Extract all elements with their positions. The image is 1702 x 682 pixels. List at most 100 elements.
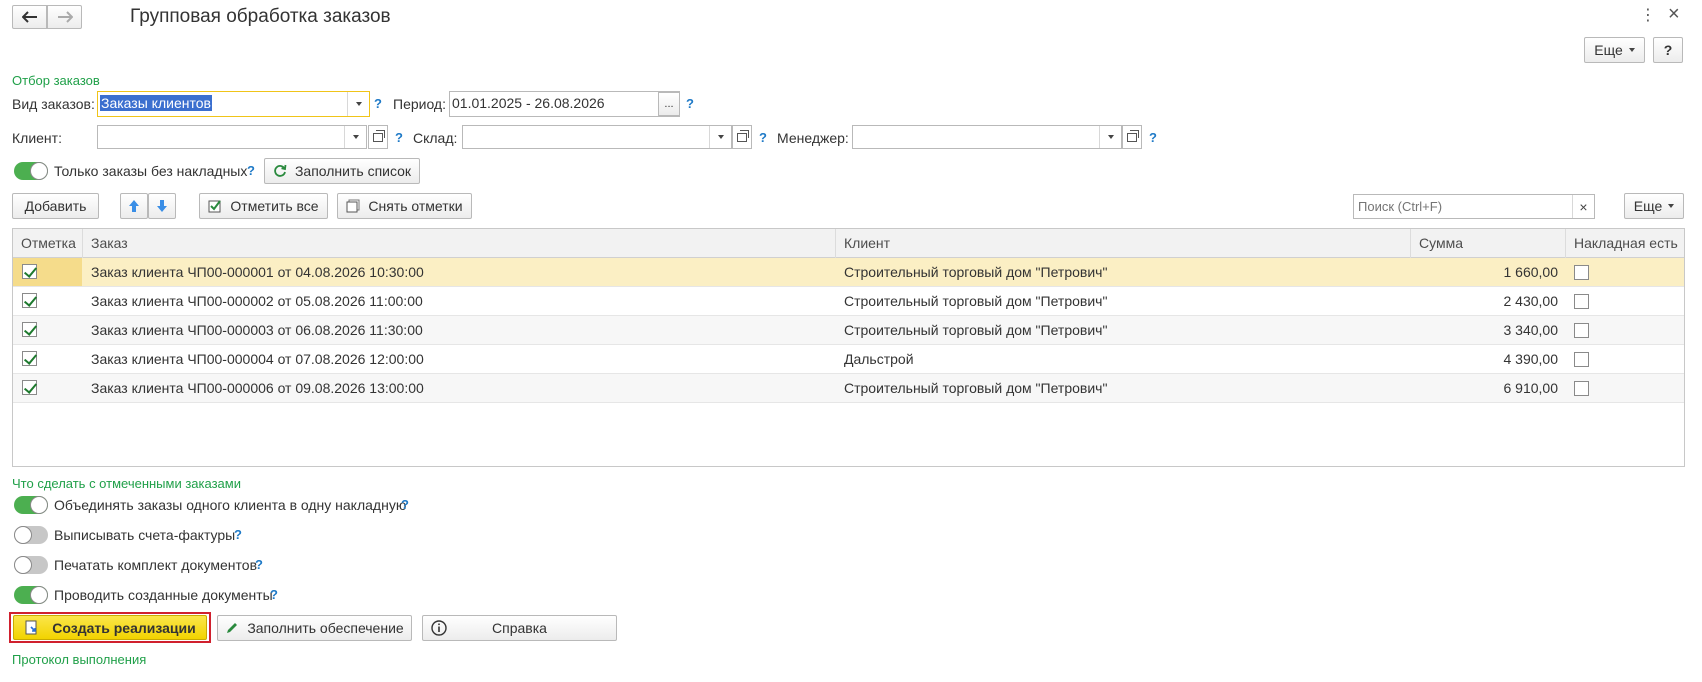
mark-cell [13, 345, 82, 373]
column-header-sum[interactable]: Сумма [1411, 229, 1566, 258]
create-realizations-button[interactable]: Создать реализации [13, 615, 207, 640]
help-label: ? [1663, 42, 1673, 58]
help-button[interactable]: ? [1653, 37, 1683, 63]
arrow-up-icon [129, 200, 139, 212]
order-type-field[interactable]: Заказы клиентов [97, 91, 370, 117]
print-docs-label: Печатать комплект документов [54, 557, 257, 573]
mark-cell [13, 374, 82, 402]
column-header-invoice[interactable]: Накладная есть [1566, 229, 1684, 258]
sum-cell: 6 910,00 [1503, 380, 1559, 396]
sum-cell: 2 430,00 [1503, 293, 1559, 309]
print-docs-help[interactable]: ? [255, 557, 263, 572]
client-cell: Строительный торговый дом "Петрович" [844, 293, 1108, 309]
add-button[interactable]: Добавить [12, 193, 99, 219]
table-header: Отметка Заказ Клиент Сумма Накладная ест… [13, 229, 1684, 258]
info-icon [431, 620, 447, 636]
period-select-button[interactable]: ... [658, 92, 680, 116]
uncheck-label: Снять отметки [368, 198, 463, 214]
only-without-invoices-help[interactable]: ? [247, 163, 255, 178]
invoice-checkbox[interactable] [1574, 265, 1589, 280]
order-cell: Заказ клиента ЧП00-000006 от 09.08.2026 … [91, 380, 424, 396]
client-help[interactable]: ? [395, 130, 403, 145]
forward-button[interactable] [47, 5, 82, 29]
arrow-right-icon [57, 11, 73, 23]
issue-invoices-toggle[interactable] [14, 526, 48, 544]
warehouse-open-button[interactable] [732, 125, 752, 149]
toggle-knob [30, 162, 48, 180]
back-button[interactable] [12, 5, 47, 29]
row-checkbox[interactable] [22, 322, 37, 337]
table-more-button[interactable]: Еще [1624, 193, 1684, 219]
dropdown-arrow-icon[interactable] [1099, 126, 1121, 148]
page-title: Групповая обработка заказов [130, 6, 391, 27]
column-header-order[interactable]: Заказ [83, 229, 836, 258]
client-field[interactable] [97, 125, 367, 149]
search-clear-icon[interactable]: × [1572, 195, 1594, 218]
sum-cell: 3 340,00 [1503, 322, 1559, 338]
fill-list-button[interactable]: Заполнить список [264, 158, 420, 184]
warehouse-field[interactable] [462, 125, 732, 149]
only-without-invoices-label: Только заказы без накладных [54, 163, 248, 179]
issue-invoices-label: Выписывать счета-фактуры [54, 527, 236, 543]
print-docs-toggle[interactable] [14, 556, 48, 574]
period-field[interactable]: 01.01.2025 - 26.08.2026 [449, 91, 680, 117]
period-select-label: ... [664, 98, 674, 110]
client-cell: Строительный торговый дом "Петрович" [844, 380, 1108, 396]
checkbox-empty-icon [346, 199, 360, 213]
column-header-mark[interactable]: Отметка [13, 229, 83, 258]
row-checkbox[interactable] [22, 351, 37, 366]
table-row[interactable]: Заказ клиента ЧП00-000002 от 05.08.2026 … [13, 287, 1684, 316]
move-up-button[interactable] [120, 193, 148, 219]
row-checkbox[interactable] [22, 293, 37, 308]
arrow-left-icon [21, 11, 37, 23]
table-row[interactable]: Заказ клиента ЧП00-000001 от 04.08.2026 … [13, 258, 1684, 287]
arrow-down-icon [157, 200, 167, 212]
table-more-label: Еще [1633, 198, 1663, 214]
mark-cell [13, 316, 82, 344]
invoice-checkbox[interactable] [1574, 381, 1589, 396]
invoice-checkbox[interactable] [1574, 294, 1589, 309]
kebab-menu-icon[interactable]: ⋮ [1640, 5, 1656, 25]
search-input-text[interactable] [1354, 195, 1572, 218]
column-header-client[interactable]: Клиент [836, 229, 1411, 258]
fill-supply-button[interactable]: Заполнить обеспечение [217, 615, 412, 641]
toggle-knob [30, 496, 48, 514]
search-input[interactable]: × [1353, 194, 1595, 219]
more-button[interactable]: Еще [1584, 37, 1645, 63]
close-icon[interactable]: × [1668, 3, 1680, 26]
dropdown-arrow-icon[interactable] [347, 92, 369, 116]
dropdown-arrow-icon[interactable] [709, 126, 731, 148]
toggle-knob [14, 526, 32, 544]
table-row[interactable]: Заказ клиента ЧП00-000004 от 07.08.2026 … [13, 345, 1684, 374]
uncheck-button[interactable]: Снять отметки [337, 193, 472, 219]
dropdown-arrow-icon[interactable] [344, 126, 366, 148]
order-cell: Заказ клиента ЧП00-000003 от 06.08.2026 … [91, 322, 423, 338]
post-docs-toggle[interactable] [14, 586, 48, 604]
move-down-button[interactable] [148, 193, 176, 219]
client-label: Клиент: [12, 130, 62, 146]
manager-field[interactable] [852, 125, 1122, 149]
post-docs-help[interactable]: ? [270, 587, 278, 602]
issue-invoices-help[interactable]: ? [234, 527, 242, 542]
reference-button[interactable]: Справка [422, 615, 617, 641]
check-all-label: Отметить все [230, 198, 319, 214]
merge-orders-help[interactable]: ? [401, 497, 409, 512]
client-open-button[interactable] [368, 125, 388, 149]
merge-orders-toggle[interactable] [14, 496, 48, 514]
order-type-help[interactable]: ? [374, 96, 382, 111]
warehouse-help[interactable]: ? [759, 130, 767, 145]
refresh-icon [274, 164, 287, 177]
invoice-checkbox[interactable] [1574, 323, 1589, 338]
only-without-invoices-toggle[interactable] [14, 162, 48, 180]
merge-orders-label: Объединять заказы одного клиента в одну … [54, 497, 407, 513]
check-all-button[interactable]: Отметить все [199, 193, 328, 219]
row-checkbox[interactable] [22, 264, 37, 279]
period-help[interactable]: ? [686, 96, 694, 111]
table-row[interactable]: Заказ клиента ЧП00-000006 от 09.08.2026 … [13, 374, 1684, 403]
row-checkbox[interactable] [22, 380, 37, 395]
open-icon [1127, 129, 1139, 142]
manager-open-button[interactable] [1122, 125, 1142, 149]
table-row[interactable]: Заказ клиента ЧП00-000003 от 06.08.2026 … [13, 316, 1684, 345]
invoice-checkbox[interactable] [1574, 352, 1589, 367]
manager-help[interactable]: ? [1149, 130, 1157, 145]
